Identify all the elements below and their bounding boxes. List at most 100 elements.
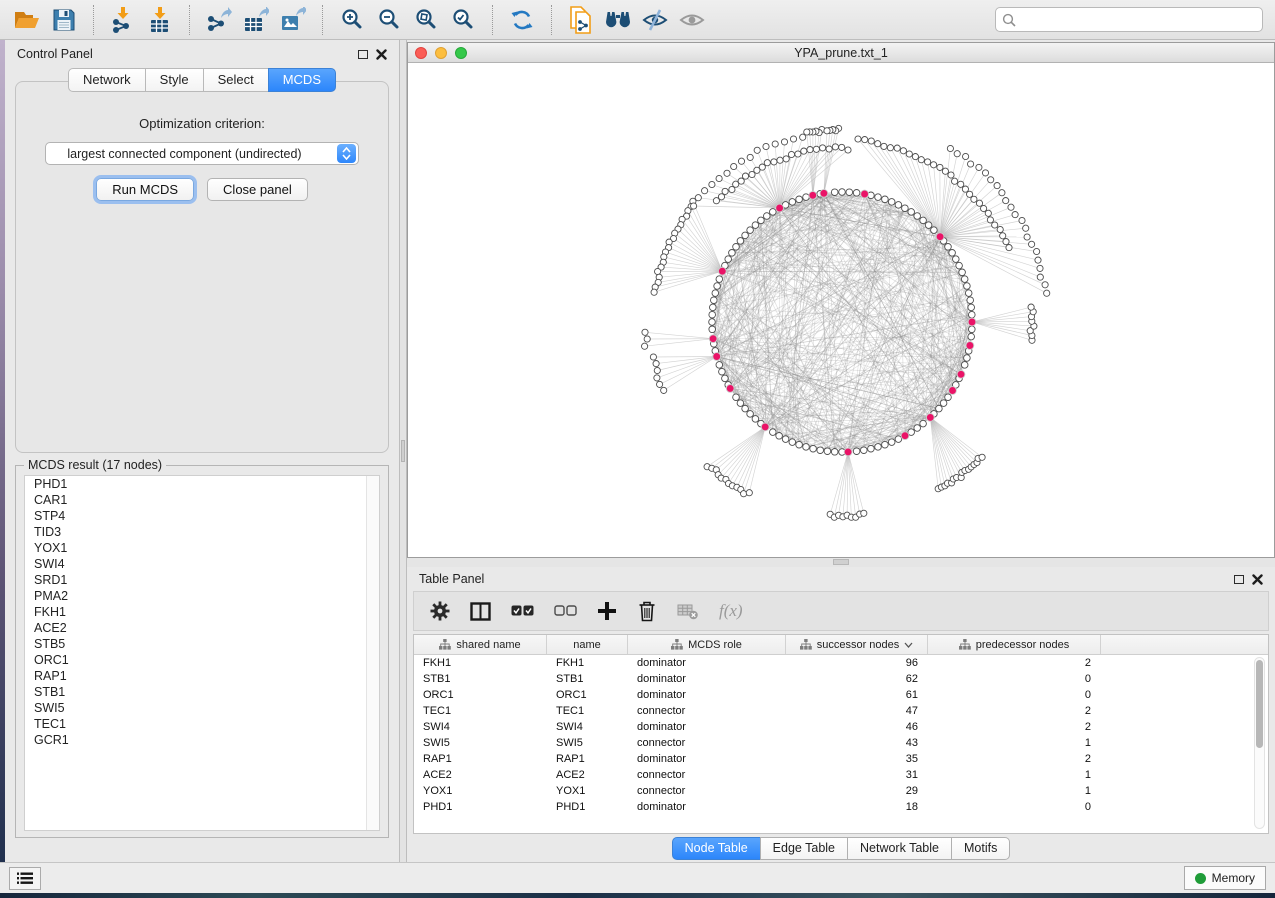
network-node[interactable]	[952, 178, 958, 184]
network-node[interactable]	[770, 209, 777, 216]
network-node[interactable]	[918, 157, 924, 163]
network-node[interactable]	[985, 210, 991, 216]
memory-button[interactable]: Memory	[1184, 866, 1266, 890]
tab-motifs[interactable]: Motifs	[951, 837, 1010, 860]
network-node[interactable]	[940, 400, 947, 407]
delete-table-icon[interactable]	[677, 602, 699, 620]
mcds-result-item[interactable]: STB5	[25, 636, 379, 652]
network-node[interactable]	[709, 319, 716, 326]
mcds-result-item[interactable]: ORC1	[25, 652, 379, 668]
network-node[interactable]	[981, 205, 987, 211]
network-node[interactable]	[964, 283, 971, 290]
table-row[interactable]: SWI5SWI5connector431	[414, 735, 1268, 751]
network-node[interactable]	[908, 209, 915, 216]
network-node[interactable]	[716, 175, 722, 181]
table-scrollbar[interactable]	[1254, 657, 1265, 829]
network-node[interactable]	[781, 139, 787, 145]
network-node[interactable]	[861, 447, 868, 454]
mcds-result-list[interactable]: PHD1CAR1STP4TID3YOX1SWI4SRD1PMA2FKH1ACE2…	[24, 475, 380, 831]
table-row[interactable]: PHD1PHD1dominator180	[414, 799, 1268, 815]
tab-edge-table[interactable]: Edge Table	[760, 837, 848, 860]
mcds-node[interactable]	[718, 267, 726, 275]
column-header-name[interactable]: name	[547, 635, 628, 654]
network-node[interactable]	[746, 490, 752, 496]
network-node[interactable]	[1028, 304, 1034, 310]
window-minimize-icon[interactable]	[435, 47, 447, 59]
network-node[interactable]	[716, 276, 723, 283]
tab-network-table[interactable]: Network Table	[847, 837, 952, 860]
network-node[interactable]	[713, 198, 719, 204]
close-panel-icon[interactable]	[376, 49, 387, 60]
network-canvas[interactable]	[408, 63, 1274, 557]
search-input[interactable]	[1021, 13, 1256, 27]
search-field[interactable]	[995, 7, 1263, 32]
tab-mcds[interactable]: MCDS	[268, 68, 336, 92]
network-node[interactable]	[650, 354, 656, 360]
network-node[interactable]	[695, 195, 701, 201]
network-node[interactable]	[914, 425, 921, 432]
network-node[interactable]	[724, 170, 730, 176]
network-node[interactable]	[912, 154, 918, 160]
network-node[interactable]	[1006, 245, 1012, 251]
network-node[interactable]	[920, 420, 927, 427]
network-node[interactable]	[729, 250, 736, 257]
network-node[interactable]	[968, 333, 975, 340]
network-node[interactable]	[711, 297, 718, 304]
network-node[interactable]	[925, 222, 932, 229]
network-node[interactable]	[654, 367, 660, 373]
zoom-fit-icon[interactable]	[411, 5, 441, 35]
network-node[interactable]	[895, 436, 902, 443]
network-node[interactable]	[976, 200, 982, 206]
network-node[interactable]	[790, 136, 796, 142]
mcds-result-item[interactable]: STP4	[25, 508, 379, 524]
zoom-out-icon[interactable]	[374, 5, 404, 35]
tab-style[interactable]: Style	[145, 68, 204, 92]
network-node[interactable]	[729, 186, 735, 192]
network-node[interactable]	[894, 145, 900, 151]
tab-select[interactable]: Select	[203, 68, 269, 92]
close-panel-icon[interactable]	[1252, 574, 1263, 585]
save-session-icon[interactable]	[49, 5, 79, 35]
network-node[interactable]	[824, 448, 831, 455]
network-node[interactable]	[709, 326, 716, 333]
network-node[interactable]	[954, 151, 960, 157]
export-network-icon[interactable]	[204, 5, 234, 35]
network-node[interactable]	[1023, 225, 1029, 231]
network-node[interactable]	[925, 159, 931, 165]
network-node[interactable]	[810, 445, 817, 452]
show-all-icon[interactable]	[677, 5, 707, 35]
network-node[interactable]	[691, 203, 697, 209]
network-node[interactable]	[716, 362, 723, 369]
network-node[interactable]	[969, 311, 976, 318]
run-mcds-button[interactable]: Run MCDS	[96, 178, 194, 201]
network-node[interactable]	[1044, 290, 1050, 296]
network-node[interactable]	[795, 151, 801, 157]
network-node[interactable]	[1012, 212, 1018, 218]
network-node[interactable]	[731, 163, 737, 169]
table-row[interactable]: STB1STB1dominator620	[414, 671, 1268, 687]
network-node[interactable]	[742, 232, 749, 239]
network-node[interactable]	[882, 196, 889, 203]
mcds-result-item[interactable]: SWI4	[25, 556, 379, 572]
network-node[interactable]	[738, 158, 744, 164]
mcds-node[interactable]	[926, 414, 934, 422]
network-node[interactable]	[749, 171, 755, 177]
horizontal-splitter[interactable]	[407, 558, 1275, 567]
mcds-node[interactable]	[936, 233, 944, 241]
network-node[interactable]	[1003, 198, 1009, 204]
network-node[interactable]	[839, 189, 846, 196]
network-node[interactable]	[789, 199, 796, 206]
network-node[interactable]	[804, 129, 810, 135]
network-node[interactable]	[1037, 265, 1043, 271]
import-table-icon[interactable]	[145, 5, 175, 35]
hide-selected-icon[interactable]	[640, 5, 670, 35]
network-node[interactable]	[644, 336, 650, 342]
network-node[interactable]	[725, 256, 732, 263]
network-node[interactable]	[945, 244, 952, 251]
mcds-result-item[interactable]: RAP1	[25, 668, 379, 684]
network-node[interactable]	[967, 297, 974, 304]
network-node[interactable]	[831, 189, 838, 196]
network-node[interactable]	[887, 145, 893, 151]
window-maximize-icon[interactable]	[455, 47, 467, 59]
network-node[interactable]	[875, 141, 881, 147]
